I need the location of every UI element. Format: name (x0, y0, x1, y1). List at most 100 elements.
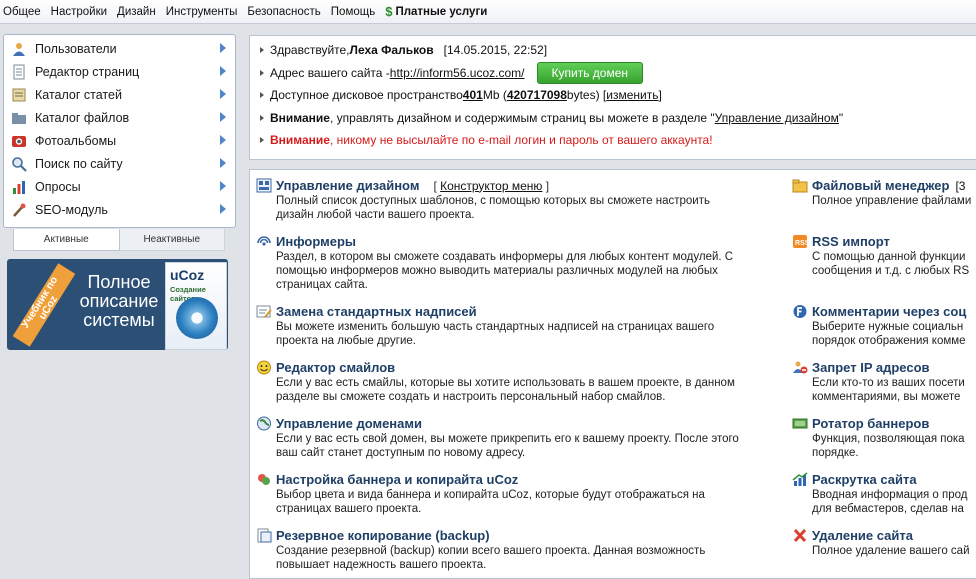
cd-disc-icon (176, 297, 218, 339)
folder-icon (792, 178, 808, 193)
module-title[interactable]: Ротатор баннеров (812, 416, 929, 431)
sidebar-item-photo-albums[interactable]: Фотоальбомы (4, 129, 235, 152)
module-title[interactable]: Комментарии через соц (812, 304, 966, 319)
account-info-panel: Здравствуйте, Леха Фальков [14.05.2015, … (249, 35, 976, 160)
module-sidebar: Пользователи Редактор страниц Каталог ст… (3, 34, 236, 228)
disk-space-line: Доступное дисковое пространство 401 Mb (… (260, 84, 976, 107)
menu-settings[interactable]: Настройки (46, 6, 112, 18)
module-ip-ban: Запрет IP адресов Если кто-то из ваших п… (792, 359, 965, 404)
module-description: Раздел, в котором вы сможете создавать и… (276, 250, 733, 292)
polls-icon (11, 179, 27, 195)
description-line: комментариями, вы можете (812, 391, 961, 403)
bracket-close: ] (542, 178, 550, 193)
menu-help[interactable]: Помощь (326, 6, 380, 18)
sidebar-item-site-search[interactable]: Поиск по сайту (4, 152, 235, 175)
design-layout-icon (256, 178, 272, 193)
sidebar-item-label: Опросы (35, 179, 81, 194)
menu-tools[interactable]: Инструменты (161, 6, 243, 18)
site-search-icon (11, 156, 27, 172)
module-tabs: Активные Неактивные (13, 229, 225, 251)
site-url-link[interactable]: http://inform56.ucoz.com/ (390, 66, 525, 80)
seo-icon (11, 202, 27, 218)
articles-icon (11, 87, 27, 103)
module-rss-import: RSS RSS импорт С помощью данной функции … (792, 233, 969, 278)
menu-security[interactable]: Безопасность (242, 6, 325, 18)
design-management-link[interactable]: Управление дизайном (715, 111, 839, 125)
informers-icon (256, 234, 272, 249)
module-title[interactable]: Файловый менеджер (812, 178, 949, 193)
chevron-right-icon (220, 66, 226, 76)
module-title[interactable]: Резервное копирование (backup) (276, 528, 490, 543)
module-banner-copyright: Настройка баннера и копирайта uCoz Выбор… (256, 471, 705, 516)
module-title[interactable]: Управление доменами (276, 416, 422, 431)
module-title[interactable]: Редактор смайлов (276, 360, 395, 375)
delete-icon (792, 528, 808, 543)
notice-quote-close: " (838, 110, 844, 125)
top-menu-bar: Общее Настройки Дизайн Инструменты Безоп… (0, 0, 976, 24)
menu-general[interactable]: Общее (0, 6, 46, 18)
sidebar-item-articles[interactable]: Каталог статей (4, 83, 235, 106)
greeting-line: Здравствуйте, Леха Фальков [14.05.2015, … (260, 39, 976, 62)
buy-domain-button[interactable]: Купить домен (536, 61, 643, 84)
disk-mb-unit: Mb ( (482, 88, 507, 103)
module-title[interactable]: Удаление сайта (812, 528, 913, 543)
warning-label: Внимание (270, 133, 330, 148)
sidebar-item-label: Редактор страниц (35, 64, 140, 79)
description-line: Вы можете изменить большую часть стандар… (276, 321, 715, 333)
notice-label: Внимание (270, 110, 330, 125)
chevron-right-icon (220, 135, 226, 145)
module-title[interactable]: Раскрутка сайта (812, 472, 917, 487)
menu-design[interactable]: Дизайн (112, 6, 161, 18)
description-line: проекта на любые другие. (276, 335, 416, 347)
users-icon (11, 41, 27, 57)
module-title[interactable]: Запрет IP адресов (812, 360, 930, 375)
module-smiley-editor: Редактор смайлов Если у вас есть смайлы,… (256, 359, 735, 404)
description-line: Выбор цвета и вида баннера и копирайта u… (276, 489, 705, 501)
module-title[interactable]: Информеры (276, 234, 356, 249)
sidebar-item-users[interactable]: Пользователи (4, 37, 235, 60)
sidebar-item-page-editor[interactable]: Редактор страниц (4, 60, 235, 83)
module-title[interactable]: Управление дизайном (276, 178, 419, 193)
description-line: порядке. (812, 447, 859, 459)
promotion-chart-icon (792, 472, 808, 487)
module-description: Полный список доступных шаблонов, с помо… (276, 194, 710, 222)
book-brand: uCoz (170, 267, 205, 283)
menu-paid-services[interactable]: $ Платные услуги (380, 4, 492, 19)
sidebar-item-polls[interactable]: Опросы (4, 175, 235, 198)
module-description: Если кто-то из ваших посети комментариям… (812, 376, 965, 404)
module-title[interactable]: Замена стандартных надписей (276, 304, 477, 319)
dollar-icon: $ (385, 4, 393, 19)
module-description: С помощью данной функции сообщения и т.д… (812, 250, 969, 278)
banner-line: описание (79, 291, 159, 311)
disk-bytes-unit: bytes) [ (566, 88, 607, 103)
tab-active[interactable]: Активные (13, 229, 120, 251)
sidebar-item-label: Каталог статей (35, 87, 122, 102)
chevron-right-icon (220, 112, 226, 122)
description-line: Полный список доступных шаблонов, с помо… (276, 195, 710, 207)
change-disk-link[interactable]: изменить (606, 88, 658, 102)
sidebar-item-seo[interactable]: SEO-модуль (4, 198, 235, 221)
description-line: Вводная информация о прод (812, 489, 968, 501)
chevron-right-icon (220, 204, 226, 214)
banner-text: Полное описание системы (64, 273, 174, 330)
user-name: Леха Фальков (349, 43, 434, 58)
description-line: Выберите нужные социальн (812, 321, 964, 333)
module-replace-captions: Замена стандартных надписей Вы можете из… (256, 303, 714, 348)
login-datetime: [14.05.2015, 22:52] (443, 43, 548, 58)
banner-line: Полное (87, 272, 151, 292)
ucoz-tutorial-banner[interactable]: Учебник по uCoz Полное описание системы … (7, 259, 228, 350)
description-line: Раздел, в котором вы сможете создавать и… (276, 251, 734, 263)
module-description: Вы можете изменить большую часть стандар… (276, 320, 714, 348)
menu-builder-link[interactable]: Конструктор меню (440, 179, 542, 193)
description-line: С помощью данной функции (812, 251, 966, 263)
sidebar-item-label: SEO-модуль (35, 202, 108, 217)
page-editor-icon (11, 64, 27, 80)
sidebar-item-files[interactable]: Каталог файлов (4, 106, 235, 129)
module-title[interactable]: RSS импорт (812, 234, 890, 249)
module-title[interactable]: Настройка баннера и копирайта uCoz (276, 472, 518, 487)
description-line: для вебмастеров, сделав на (812, 503, 964, 515)
file-manager-extra[interactable]: [3 (955, 179, 965, 193)
tab-inactive[interactable]: Неактивные (119, 229, 225, 251)
sidebar-item-label: Пользователи (35, 41, 117, 56)
bullet-icon (260, 47, 264, 54)
